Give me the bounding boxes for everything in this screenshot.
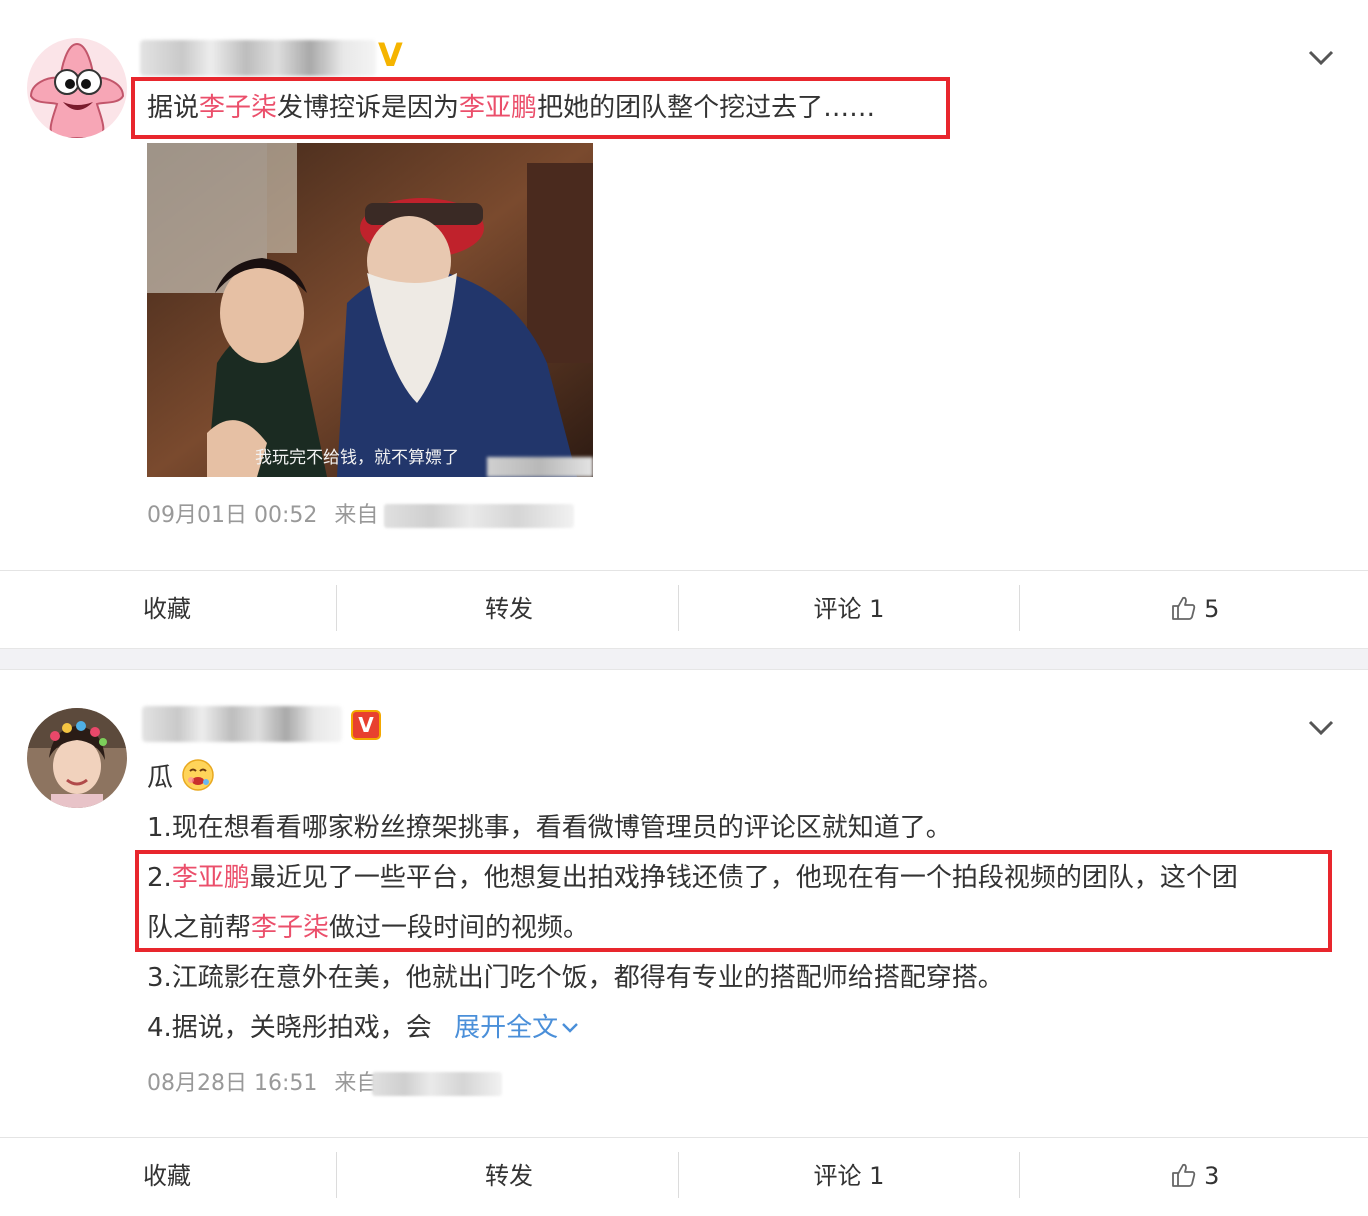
woman-flower-crown-avatar-image <box>27 708 127 808</box>
source-blurred[interactable] <box>372 1072 503 1096</box>
post-text-line: 瓜 <box>147 753 215 803</box>
post-time[interactable]: 09月01日 00:52 <box>147 503 317 528</box>
action-bar: 收藏 转发 评论 1 3 <box>0 1137 1368 1216</box>
feed-separator <box>0 648 1368 670</box>
divider <box>336 1152 337 1198</box>
favorite-button[interactable]: 收藏 <box>82 1138 252 1216</box>
expand-label: 展开全文 <box>454 1013 559 1043</box>
chevron-down-icon[interactable] <box>1307 43 1335 71</box>
watermark-blur <box>487 457 593 477</box>
chevron-down-icon[interactable] <box>1307 713 1335 741</box>
thumbs-up-icon <box>1171 596 1195 620</box>
like-button[interactable]: 5 <box>1110 571 1280 649</box>
like-button[interactable]: 3 <box>1110 1138 1280 1216</box>
divider <box>1019 1152 1020 1198</box>
post-text-segment: 4.据说，关晓彤拍戏，会 <box>147 1013 432 1043</box>
divider <box>678 1152 679 1198</box>
avatar[interactable] <box>27 38 127 138</box>
drama-still-image: 我玩完不给钱，就不算嫖了 <box>147 143 593 477</box>
subtitle-text: 我玩完不给钱，就不算嫖了 <box>255 448 459 468</box>
action-bar: 收藏 转发 评论 1 5 <box>0 570 1368 649</box>
post-text-segment: 瓜 <box>147 763 174 793</box>
verified-badge-icon: V <box>351 710 381 740</box>
post-text-line: 4.据说，关晓彤拍戏，会 展开全文 <box>147 1003 580 1053</box>
repost-button[interactable]: 转发 <box>424 571 594 649</box>
comment-button[interactable]: 评论 1 <box>764 571 934 649</box>
comment-button[interactable]: 评论 1 <box>764 1138 934 1216</box>
post-meta: 09月01日 00:52 来自 <box>147 497 575 529</box>
author-name-blurred[interactable] <box>140 40 376 76</box>
highlight-box <box>131 77 950 139</box>
source-blurred[interactable] <box>384 504 575 528</box>
repost-button[interactable]: 转发 <box>424 1138 594 1216</box>
post-text-line: 3.江疏影在意外在美，他就出门吃个饭，都得有专业的搭配师给搭配穿搭。 <box>147 963 1004 993</box>
post-image[interactable]: 我玩完不给钱，就不算嫖了 <box>147 143 593 477</box>
like-count: 3 <box>1204 1162 1220 1190</box>
post-card-2: V 瓜 1.现在想看看哪家粉丝撩架挑事，看看微博管理员的评论区就知道了。 2.李… <box>0 670 1368 1212</box>
divider <box>1019 585 1020 631</box>
drooling-emoji-icon <box>182 759 215 791</box>
chevron-down-icon <box>562 1023 578 1033</box>
favorite-button[interactable]: 收藏 <box>82 571 252 649</box>
post-card-1: V 据说李子柒发博控诉是因为李亚鹏把她的团队整个挖过去了…… 我玩完不给钱，就不… <box>0 0 1368 648</box>
expand-full-text-link[interactable]: 展开全文 <box>454 1013 580 1043</box>
patrick-star-avatar-image <box>27 38 127 138</box>
highlight-box <box>135 850 1332 952</box>
from-label: 来自 <box>334 503 379 528</box>
divider <box>678 585 679 631</box>
author-name-blurred[interactable] <box>142 706 342 742</box>
divider <box>336 585 337 631</box>
thumbs-up-icon <box>1171 1163 1195 1187</box>
avatar[interactable] <box>27 708 127 808</box>
post-text-line: 1.现在想看看哪家粉丝撩架挑事，看看微博管理员的评论区就知道了。 <box>147 813 952 843</box>
like-count: 5 <box>1204 595 1220 623</box>
verified-badge-icon: V <box>378 36 403 74</box>
post-meta: 08月28日 16:51 来自 <box>147 1065 503 1097</box>
post-time[interactable]: 08月28日 16:51 <box>147 1071 317 1096</box>
